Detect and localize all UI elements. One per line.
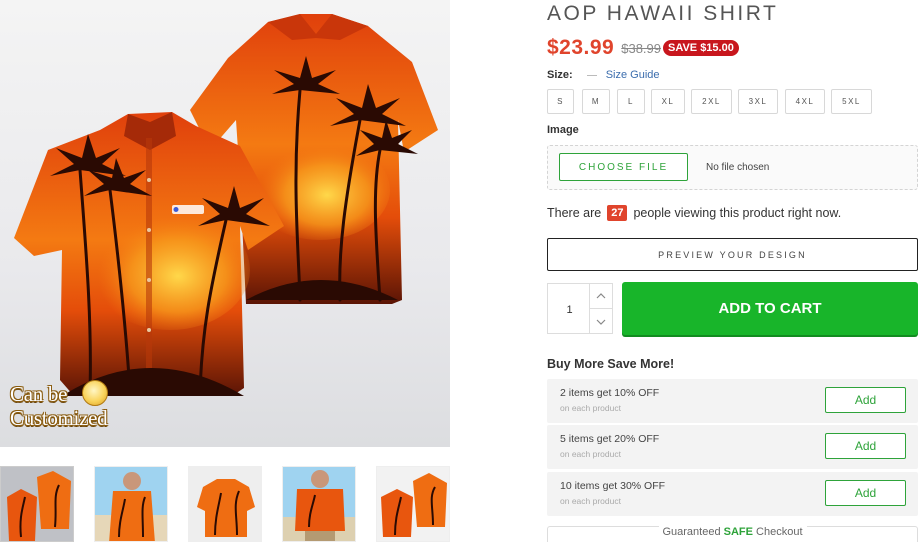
add-to-cart-button[interactable]: ADD TO CART — [622, 282, 918, 335]
size-option-m[interactable]: M — [582, 89, 610, 114]
bulk-add-button[interactable]: Add — [825, 433, 906, 459]
safe-checkout-prefix: Guaranteed — [662, 526, 721, 538]
bulk-discount-title: Buy More Save More! — [547, 357, 675, 371]
original-price: $38.99 — [621, 40, 661, 56]
bulk-offer: 5 items get 20% OFF on each product Add — [547, 425, 918, 469]
bulk-add-button[interactable]: Add — [825, 480, 906, 506]
bulk-offer-subtext: on each product — [560, 449, 621, 459]
bulk-offer-text: 2 items get 10% OFF — [560, 387, 660, 399]
lightbulb-icon — [82, 380, 108, 406]
bulk-offer-subtext: on each product — [560, 496, 621, 506]
bulk-add-button[interactable]: Add — [825, 387, 906, 413]
size-label-row: Size: Size Guide — [547, 69, 660, 81]
badge-line-2: Customized — [10, 406, 108, 430]
price-row: $23.99 $38.99 SAVE $15.00 — [547, 36, 739, 60]
divider — [586, 74, 597, 76]
bulk-offer-text: 5 items get 20% OFF — [560, 433, 660, 445]
thumbnail-4[interactable] — [282, 466, 356, 542]
viewers-suffix: people viewing this product right now. — [633, 206, 842, 220]
safe-checkout-suffix: Checkout — [756, 526, 803, 538]
save-badge: SAVE $15.00 — [663, 40, 739, 56]
size-guide-link[interactable]: Size Guide — [606, 69, 660, 81]
safe-checkout-highlight: SAFE — [723, 526, 753, 538]
preview-design-button[interactable]: PREVIEW YOUR DESIGN — [547, 238, 918, 271]
size-option-l[interactable]: L — [617, 89, 645, 114]
choose-file-button[interactable]: CHOOSE FILE — [559, 153, 688, 181]
chevron-up-icon[interactable] — [589, 284, 612, 309]
bulk-offer: 10 items get 30% OFF on each product Add — [547, 472, 918, 516]
viewers-notice: There are 27 people viewing this product… — [547, 205, 841, 221]
quantity-input[interactable]: 1 — [548, 284, 591, 335]
thumbnail-3[interactable] — [188, 466, 262, 542]
bulk-offer-subtext: on each product — [560, 403, 621, 413]
safe-checkout-heading: Guaranteed SAFE Checkout — [658, 526, 807, 538]
thumbnail-1[interactable] — [0, 466, 74, 542]
quantity-stepper: 1 — [547, 283, 613, 334]
size-option-4xl[interactable]: 4XL — [785, 89, 825, 114]
size-option-2xl[interactable]: 2XL — [691, 89, 732, 114]
size-option-5xl[interactable]: 5XL — [831, 89, 872, 114]
current-price: $23.99 — [547, 36, 615, 59]
bulk-offer: 2 items get 10% OFF on each product Add — [547, 379, 918, 423]
bulk-offer-text: 10 items get 30% OFF — [560, 480, 666, 492]
customized-badge: Can be Customized — [6, 380, 110, 437]
safe-checkout-box: Guaranteed SAFE Checkout — [547, 526, 918, 542]
thumbnail-2[interactable] — [94, 466, 168, 542]
image-upload-label: Image — [547, 124, 579, 136]
product-info-panel: AOP HAWAII SHIRT $23.99 $38.99 SAVE $15.… — [547, 0, 923, 542]
size-label: Size: — [547, 69, 573, 81]
thumbnail-5[interactable] — [376, 466, 450, 542]
size-option-3xl[interactable]: 3XL — [738, 89, 778, 114]
thumbnail-strip — [0, 466, 450, 542]
file-status: No file chosen — [706, 162, 770, 173]
viewers-prefix: There are — [547, 206, 602, 220]
product-main-image[interactable]: Can be Customized — [0, 0, 450, 447]
image-upload-box: CHOOSE FILE No file chosen — [547, 145, 918, 190]
size-option-xl[interactable]: XL — [651, 89, 685, 114]
product-title: AOP HAWAII SHIRT — [547, 2, 779, 25]
viewers-count: 27 — [607, 205, 628, 221]
size-option-s[interactable]: S — [547, 89, 574, 114]
badge-line-1: Can be — [10, 382, 68, 406]
chevron-down-icon[interactable] — [589, 309, 612, 334]
